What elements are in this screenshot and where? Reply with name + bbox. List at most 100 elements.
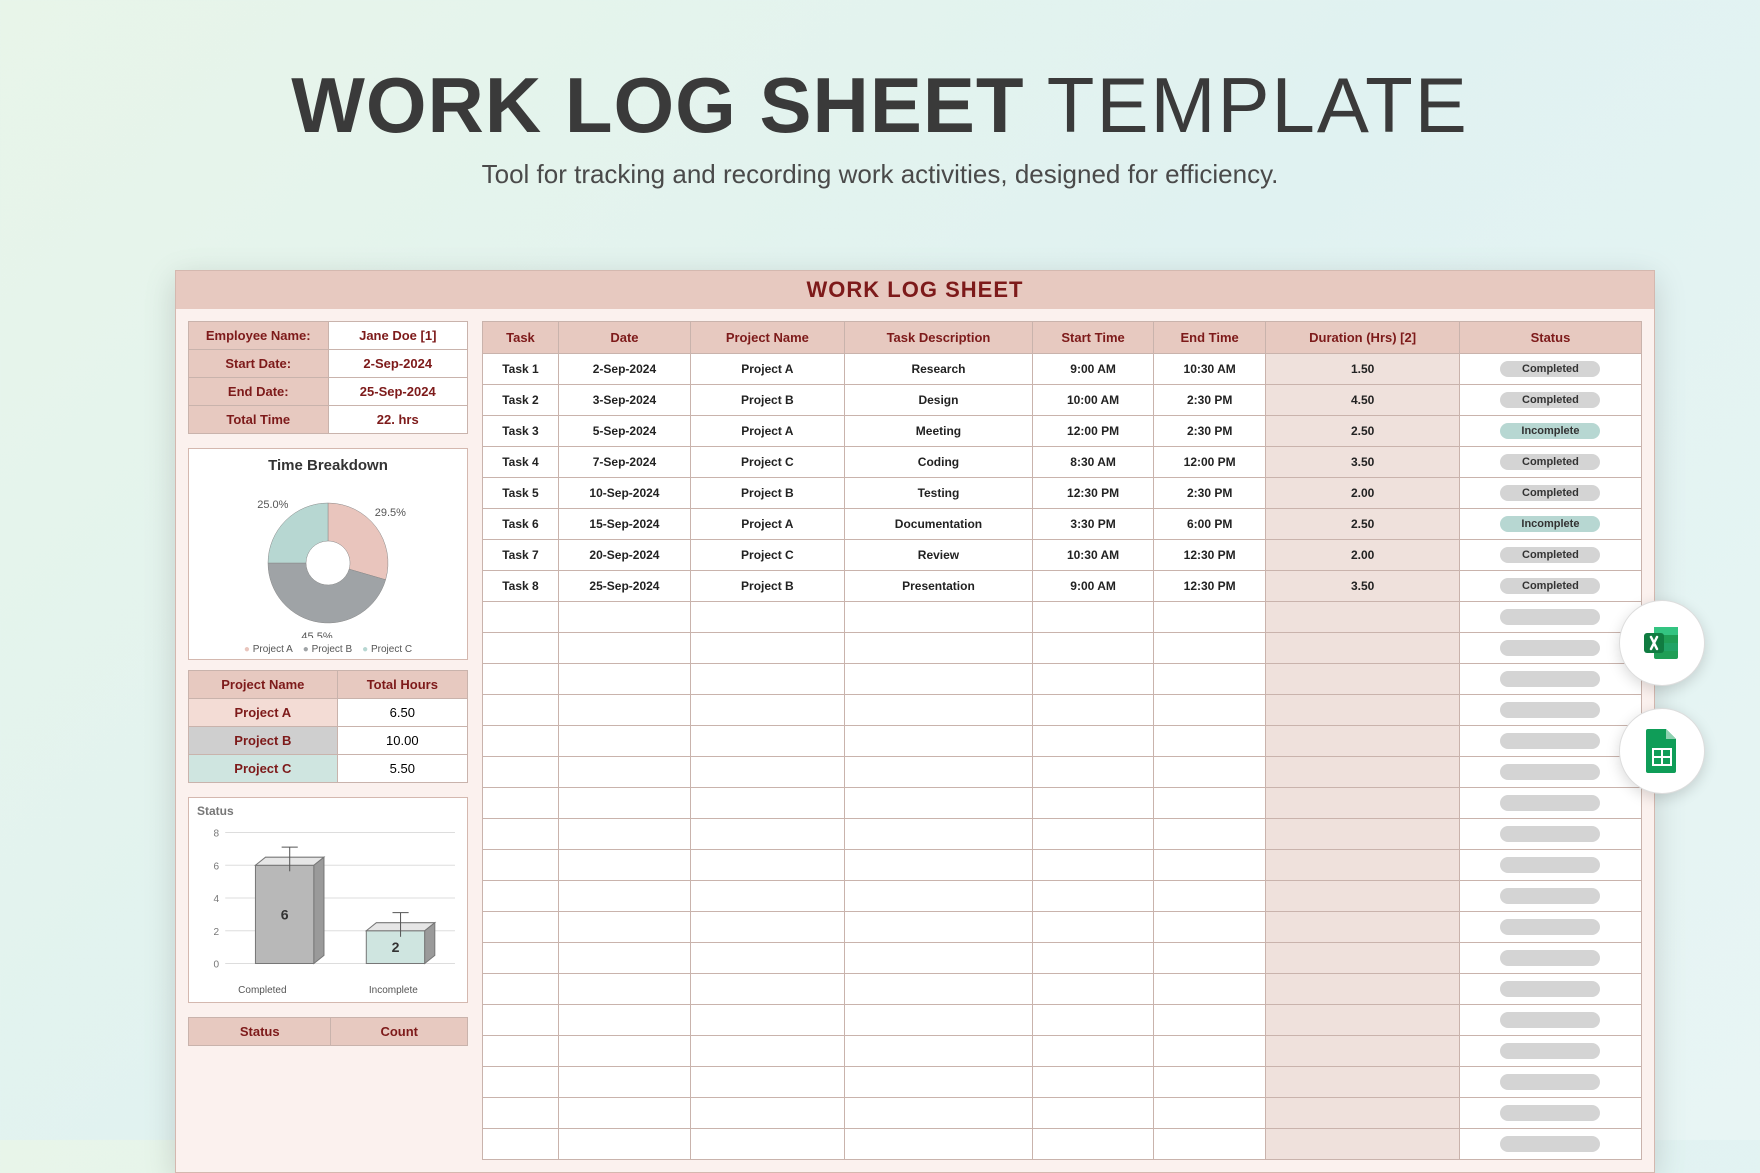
title-bold: WORK LOG SHEET (291, 61, 1024, 149)
table-row: . (483, 726, 1642, 757)
log-header: Date (558, 322, 690, 354)
proj-hours: 6.50 (337, 699, 467, 727)
status-badge: Incomplete (1500, 516, 1600, 532)
log-header: Status (1459, 322, 1641, 354)
status-badge: Incomplete (1500, 423, 1600, 439)
table-row: . (483, 850, 1642, 881)
status-badge: . (1500, 981, 1600, 997)
table-row: Task 12-Sep-2024Project AResearch9:00 AM… (483, 354, 1642, 385)
log-header: Start Time (1033, 322, 1154, 354)
start-date-label: Start Date: (189, 350, 329, 378)
side-panel: Employee Name:Jane Doe [1] Start Date:2-… (188, 321, 468, 1160)
title-light: TEMPLATE (1025, 61, 1469, 149)
status-badge: . (1500, 919, 1600, 935)
log-table: TaskDateProject NameTask DescriptionStar… (482, 321, 1642, 1160)
page-subtitle: Tool for tracking and recording work act… (0, 159, 1760, 190)
table-row: Task 47-Sep-2024Project CCoding8:30 AM12… (483, 447, 1642, 478)
status-badge: . (1500, 1105, 1600, 1121)
table-row: . (483, 819, 1642, 850)
sheets-download-button[interactable] (1619, 708, 1705, 794)
log-header: End Time (1153, 322, 1265, 354)
table-row: . (483, 788, 1642, 819)
status-chart: Status 0 2 4 6 8 6 2 Completed Incomplete (188, 797, 468, 1003)
svg-text:2: 2 (392, 939, 400, 955)
end-date-label: End Date: (189, 378, 329, 406)
status-badge: . (1500, 733, 1600, 749)
svg-text:6: 6 (281, 906, 289, 922)
sheets-icon (1642, 727, 1682, 775)
proj-hours: 5.50 (337, 755, 467, 783)
total-time-label: Total Time (189, 406, 329, 434)
svg-text:29.5%: 29.5% (375, 507, 406, 519)
legend-b: Project B (303, 644, 352, 655)
table-row: . (483, 1036, 1642, 1067)
status-badge: . (1500, 1043, 1600, 1059)
status-badge: . (1500, 795, 1600, 811)
table-row: . (483, 1067, 1642, 1098)
proj-header-name: Project Name (189, 671, 338, 699)
table-row: . (483, 1129, 1642, 1160)
excel-download-button[interactable] (1619, 600, 1705, 686)
status-badge: Completed (1500, 392, 1600, 408)
table-row: . (483, 602, 1642, 633)
donut-title: Time Breakdown (193, 457, 463, 474)
svg-text:6: 6 (214, 861, 220, 872)
table-row: . (483, 1005, 1642, 1036)
log-header: Duration (Hrs) [2] (1266, 322, 1460, 354)
info-table: Employee Name:Jane Doe [1] Start Date:2-… (188, 321, 468, 434)
table-row: Task 615-Sep-2024Project ADocumentation3… (483, 509, 1642, 540)
table-row: . (483, 664, 1642, 695)
svg-text:2: 2 (214, 927, 220, 938)
table-row: Task 825-Sep-2024Project BPresentation9:… (483, 571, 1642, 602)
status-badge: . (1500, 888, 1600, 904)
sheet-title: WORK LOG SHEET (176, 271, 1654, 309)
status-badge: Completed (1500, 578, 1600, 594)
table-row: Task 23-Sep-2024Project BDesign10:00 AM2… (483, 385, 1642, 416)
status-badge: Completed (1500, 485, 1600, 501)
status-badge: . (1500, 640, 1600, 656)
log-header: Project Name (690, 322, 844, 354)
status-badge: Completed (1500, 547, 1600, 563)
status-badge: . (1500, 826, 1600, 842)
status-chart-title: Status (197, 804, 459, 818)
bar-chart-icon: 0 2 4 6 8 6 2 (197, 818, 459, 978)
status-badge: . (1500, 609, 1600, 625)
proj-name: Project B (189, 727, 338, 755)
page-header: WORK LOG SHEET TEMPLATE Tool for trackin… (0, 0, 1760, 190)
proj-name: Project C (189, 755, 338, 783)
table-row: Task 720-Sep-2024Project CReview10:30 AM… (483, 540, 1642, 571)
status-badge: . (1500, 1074, 1600, 1090)
status-badge: . (1500, 671, 1600, 687)
svg-text:4: 4 (214, 894, 220, 905)
svg-text:0: 0 (214, 960, 220, 971)
status-badge: . (1500, 702, 1600, 718)
bar-label-completed: Completed (238, 985, 286, 996)
table-row: . (483, 1098, 1642, 1129)
status-badge: . (1500, 857, 1600, 873)
table-row: . (483, 974, 1642, 1005)
excel-icon (1640, 621, 1684, 665)
status-badge: Completed (1500, 361, 1600, 377)
table-row: . (483, 881, 1642, 912)
donut-icon: 29.5%45.5%25.0% (228, 478, 428, 638)
donut-legend: Project A Project B Project C (193, 644, 463, 655)
log-header: Task (483, 322, 559, 354)
status-badge: Completed (1500, 454, 1600, 470)
legend-c: Project C (362, 644, 412, 655)
table-row: Task 510-Sep-2024Project BTesting12:30 P… (483, 478, 1642, 509)
log-panel: TaskDateProject NameTask DescriptionStar… (482, 321, 1642, 1160)
bar-label-incomplete: Incomplete (369, 985, 418, 996)
proj-hours: 10.00 (337, 727, 467, 755)
log-header: Task Description (844, 322, 1032, 354)
table-row: . (483, 943, 1642, 974)
svg-text:25.0%: 25.0% (257, 499, 288, 511)
proj-header-hours: Total Hours (337, 671, 467, 699)
table-row: . (483, 912, 1642, 943)
status-badge: . (1500, 1012, 1600, 1028)
total-time-value: 22. hrs (328, 406, 468, 434)
count-header: Count (331, 1018, 468, 1046)
page-title: WORK LOG SHEET TEMPLATE (0, 60, 1760, 151)
time-breakdown-chart: Time Breakdown 29.5%45.5%25.0% Project A… (188, 448, 468, 660)
svg-text:8: 8 (214, 829, 220, 840)
status-badge: . (1500, 1136, 1600, 1152)
